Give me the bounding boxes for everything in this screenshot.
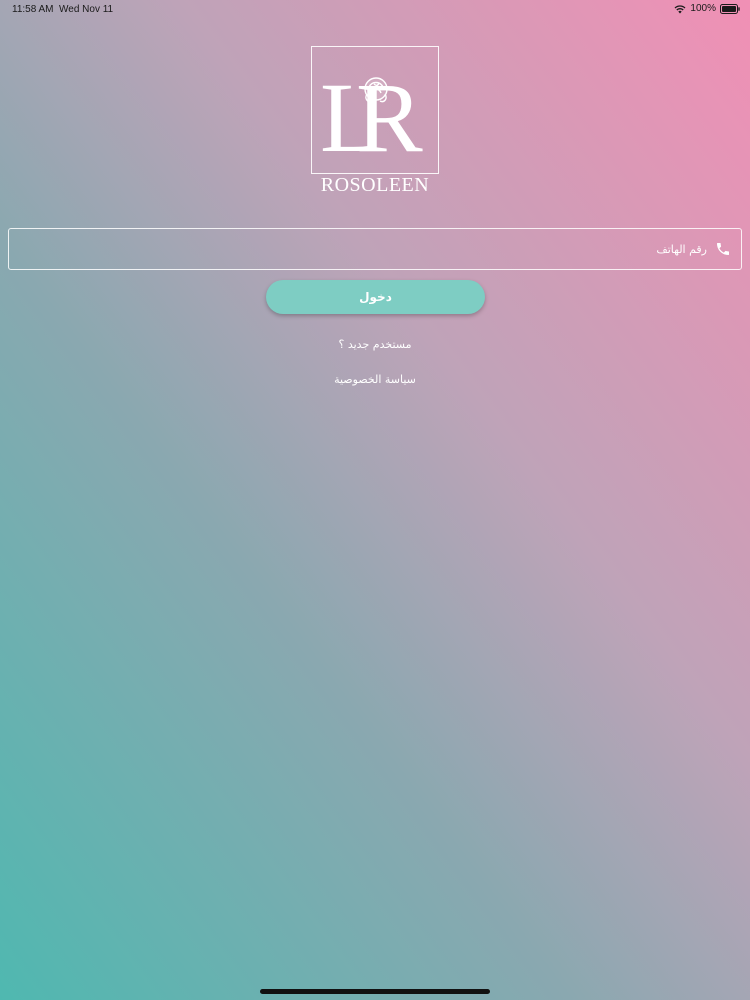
status-time: 11:58 AM: [12, 4, 54, 15]
logo-monogram-icon: L R: [320, 62, 423, 173]
new-user-link[interactable]: مستخدم جديد ؟: [0, 338, 750, 351]
phone-input[interactable]: [27, 229, 707, 269]
status-indicators: 100%: [674, 3, 740, 14]
battery-percent: 100%: [690, 3, 716, 14]
status-bar: 11:58 AM Wed Nov 11 100%: [0, 0, 750, 18]
login-button[interactable]: دخول: [266, 280, 485, 314]
status-date: Wed Nov 11: [59, 4, 114, 15]
brand-name: ROSOLEEN: [320, 174, 430, 196]
brand-logo: L R: [311, 46, 439, 174]
privacy-policy-link[interactable]: سياسة الخصوصية: [0, 373, 750, 386]
svg-text:R: R: [356, 62, 423, 173]
phone-icon: [715, 241, 731, 257]
battery-icon: [720, 3, 740, 14]
wifi-icon: [674, 4, 686, 14]
home-indicator[interactable]: [260, 989, 490, 994]
phone-field[interactable]: [8, 228, 742, 270]
